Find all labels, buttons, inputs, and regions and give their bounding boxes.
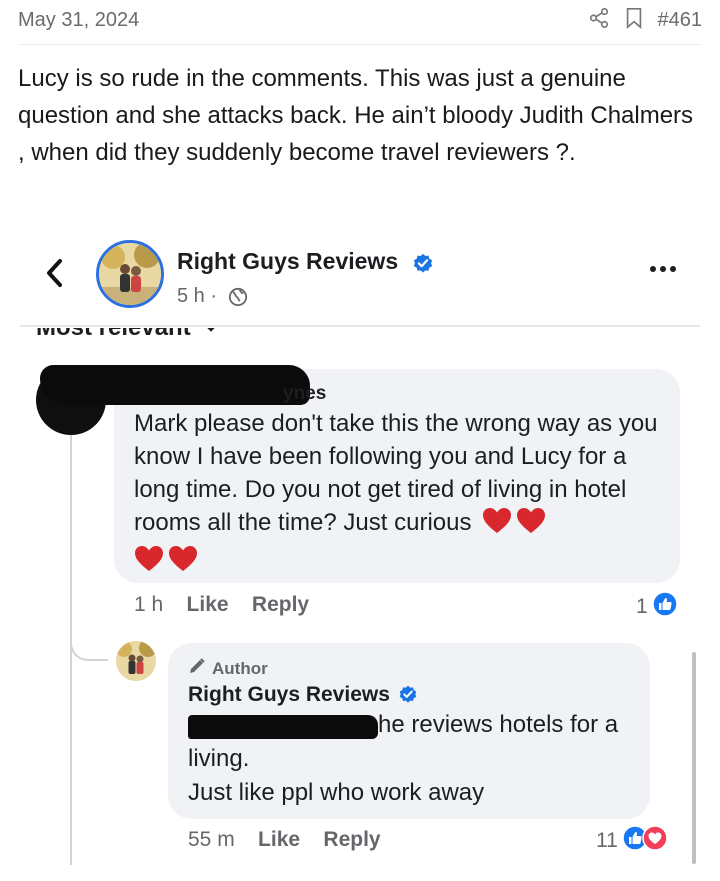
reply-text: he reviews hotels for a living. Just like… — [188, 711, 619, 806]
thread-connector — [70, 625, 108, 661]
sort-label: Most relevant — [36, 328, 218, 342]
like-button[interactable]: Like — [258, 828, 300, 851]
comment-reactions[interactable]: 1 — [636, 591, 678, 623]
sort-dropdown[interactable]: Most relevant — [36, 328, 276, 342]
author-badge: Author — [188, 657, 268, 680]
post-body: Lucy is so rude in the comments. This wa… — [18, 65, 694, 166]
love-reaction-icon — [642, 825, 668, 857]
header-divider — [18, 44, 702, 45]
reply-time: 55 m — [188, 828, 235, 851]
post-time: 5 h · — [177, 285, 218, 307]
thread-line — [70, 415, 72, 655]
comment-meta: 1 h Like Reply — [134, 593, 309, 617]
red-heart-icon — [134, 545, 164, 582]
post-number[interactable]: #461 — [658, 9, 703, 32]
author-avatar[interactable] — [116, 641, 156, 681]
pen-icon — [188, 657, 206, 680]
globe-icon — [228, 287, 248, 312]
verified-badge-icon — [412, 252, 434, 279]
red-heart-icon — [168, 545, 198, 582]
red-heart-icon — [516, 507, 546, 544]
post-actions: #461 — [588, 7, 703, 34]
post-date: May 31, 2024 — [18, 9, 140, 31]
back-chevron-icon[interactable] — [45, 258, 65, 293]
reply-author-name[interactable]: Right Guys Reviews — [188, 683, 390, 707]
comment-text: Mark please don't take this the wrong wa… — [134, 407, 664, 582]
page-avatar[interactable] — [96, 240, 164, 308]
verified-badge-icon — [398, 684, 418, 709]
scrollbar[interactable] — [692, 652, 696, 864]
reply-button[interactable]: Reply — [252, 593, 309, 616]
screenshot-divider — [20, 325, 700, 327]
commenter-name[interactable]: ynes — [283, 383, 326, 405]
like-reaction-icon — [651, 591, 678, 623]
author-badge-label: Author — [212, 658, 268, 678]
reaction-count: 11 — [596, 829, 618, 852]
comment-time: 1 h — [134, 593, 164, 616]
share-icon[interactable] — [588, 7, 610, 34]
reply-button[interactable]: Reply — [323, 828, 380, 851]
more-options-icon[interactable] — [650, 266, 676, 272]
like-button[interactable]: Like — [187, 593, 229, 616]
redaction-mark — [40, 365, 310, 405]
reply-reactions[interactable]: 11 — [596, 825, 668, 857]
reply-meta: 55 m Like Reply — [188, 828, 381, 852]
reaction-count: 1 — [636, 595, 648, 618]
thread-line — [70, 655, 72, 865]
bookmark-icon[interactable] — [624, 7, 644, 34]
page-name[interactable]: Right Guys Reviews — [177, 248, 398, 275]
red-heart-icon — [482, 507, 512, 544]
